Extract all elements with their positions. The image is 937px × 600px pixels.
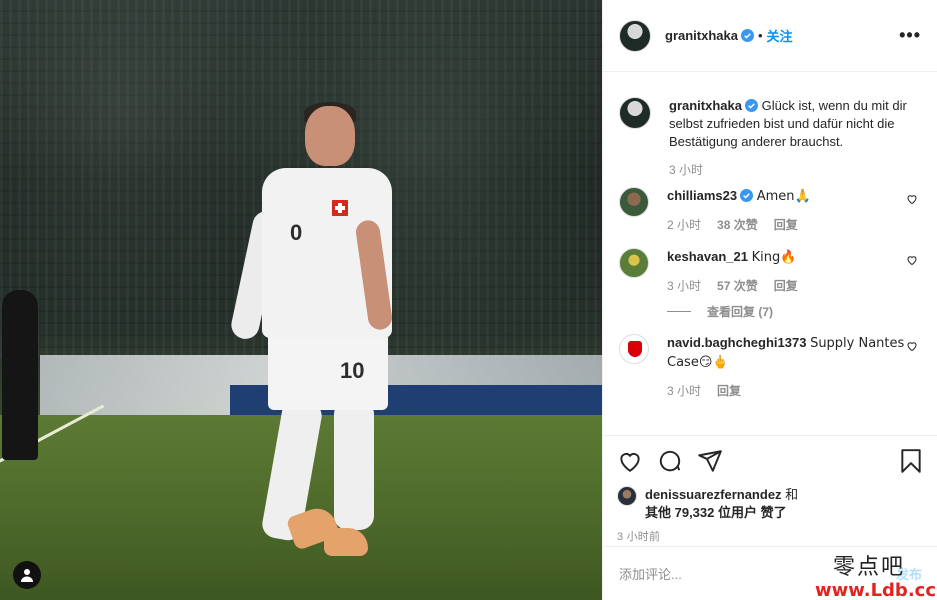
view-replies-button[interactable]: 查看回复 (7) [667, 303, 922, 320]
verified-badge-icon [740, 189, 754, 202]
watermark-text: 零点吧 [833, 555, 906, 580]
heart-icon[interactable] [906, 193, 918, 205]
follow-button[interactable]: 关注 [767, 26, 793, 45]
post-actions: denissuarezfernandez 和 其他 79,332 位用户 赞了 … [603, 435, 937, 544]
post-side-panel: granitxhaka • 关注 ••• granitxhaka Glück i… [602, 0, 937, 600]
avatar[interactable] [617, 486, 637, 506]
comment-time[interactable]: 2 小时 [667, 216, 701, 234]
referee-figure [2, 290, 38, 460]
avatar[interactable] [619, 187, 649, 217]
shirt-number: 0 [290, 220, 303, 245]
view-replies-label: 查看回复 (7) [707, 305, 774, 319]
comment-body: chilliams23 Amen🙏 2 小时 38 次赞 回复 [667, 187, 922, 234]
caption: granitxhaka Glück ist, wenn du mit dir s… [619, 97, 922, 179]
comment-username[interactable]: navid.baghcheghi1373 [667, 335, 806, 350]
player-head [305, 106, 355, 166]
caption-meta: 3 小时 [669, 161, 922, 179]
header-names: granitxhaka • 关注 [665, 26, 793, 45]
tagged-users-button[interactable] [13, 561, 41, 589]
heart-icon[interactable] [906, 254, 918, 266]
caption-username[interactable]: granitxhaka [669, 98, 742, 113]
comment-meta: 2 小时 38 次赞 回复 [667, 216, 922, 234]
bookmark-icon[interactable] [898, 448, 924, 474]
heart-icon[interactable] [617, 448, 643, 474]
likes-suffix: 赞了 [760, 505, 787, 520]
comment-input[interactable]: 添加评论... [619, 564, 682, 583]
more-options-icon[interactable]: ••• [899, 25, 921, 46]
heart-icon[interactable] [906, 340, 918, 352]
post-header: granitxhaka • 关注 ••• [603, 0, 937, 72]
comment-item: keshavan_21 King🔥 3 小时 57 次赞 回复 [619, 248, 922, 295]
likes-text: denissuarezfernandez 和 其他 79,332 位用户 赞了 [645, 486, 798, 522]
comments-list[interactable]: granitxhaka Glück ist, wenn du mit dir s… [603, 73, 937, 435]
comment-meta: 3 小时 回复 [667, 382, 922, 400]
caption-time[interactable]: 3 小时 [669, 161, 703, 179]
player-shorts [268, 332, 388, 410]
user-icon [21, 569, 33, 582]
comment-text: Amen🙏 [756, 189, 811, 204]
divider [667, 311, 691, 312]
reply-button[interactable]: 回复 [774, 277, 798, 295]
comment-body: keshavan_21 King🔥 3 小时 57 次赞 回复 [667, 248, 922, 295]
avatar[interactable] [619, 19, 651, 52]
likes-summary: denissuarezfernandez 和 其他 79,332 位用户 赞了 [617, 486, 924, 522]
comment-item: chilliams23 Amen🙏 2 小时 38 次赞 回复 [619, 187, 922, 234]
post-photo[interactable]: 0 10 [0, 0, 602, 600]
comment-item: navid.baghcheghi1373 Supply Nantes Case😏… [619, 334, 922, 400]
caption-body: granitxhaka Glück ist, wenn du mit dir s… [669, 97, 922, 179]
avatar[interactable] [619, 334, 649, 364]
comment-username[interactable]: keshavan_21 [667, 249, 748, 264]
comment-time[interactable]: 3 小时 [667, 277, 701, 295]
comment-icon[interactable] [657, 448, 683, 474]
verified-badge-icon [744, 99, 758, 112]
comment-time[interactable]: 3 小时 [667, 382, 701, 400]
comment-username[interactable]: chilliams23 [667, 188, 737, 203]
reply-button[interactable]: 回复 [717, 382, 741, 400]
player-boot [324, 528, 368, 556]
author-username[interactable]: granitxhaka [665, 28, 738, 43]
comment-likes[interactable]: 38 次赞 [717, 216, 758, 234]
separator-dot: • [757, 28, 763, 43]
player-figure: 0 10 [228, 100, 402, 560]
avatar[interactable] [619, 97, 651, 129]
liker-username[interactable]: denissuarezfernandez [645, 487, 782, 502]
comment-text: King🔥 [751, 250, 797, 265]
watermark-url: www.Ldb.cc [815, 580, 936, 600]
comment-body: navid.baghcheghi1373 Supply Nantes Case😏… [667, 334, 922, 400]
shorts-number: 10 [340, 358, 365, 383]
player-leg [334, 400, 374, 530]
verified-badge-icon [740, 29, 754, 42]
likes-others[interactable]: 其他 79,332 位用户 [645, 505, 757, 520]
swiss-flag-icon [332, 200, 348, 216]
comment-meta: 3 小时 57 次赞 回复 [667, 277, 922, 295]
action-icons [617, 446, 924, 476]
share-icon[interactable] [697, 448, 723, 474]
reply-button[interactable]: 回复 [774, 216, 798, 234]
post-timestamp[interactable]: 3 小时前 [617, 528, 924, 544]
avatar[interactable] [619, 248, 649, 278]
likes-and: 和 [785, 487, 799, 502]
comment-likes[interactable]: 57 次赞 [717, 277, 758, 295]
